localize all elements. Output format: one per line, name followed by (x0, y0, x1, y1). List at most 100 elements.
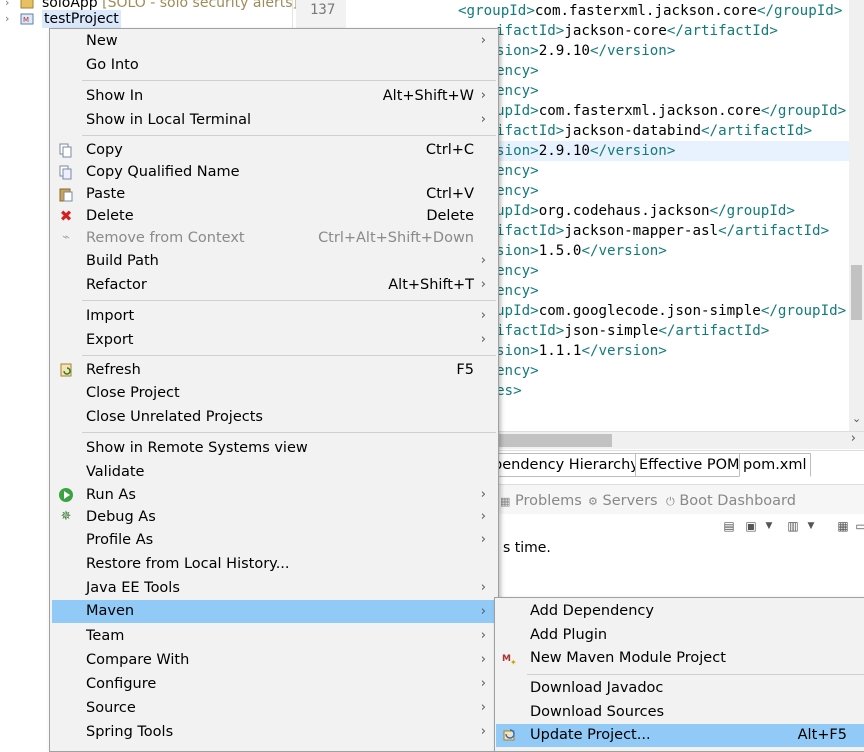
submenu-arrow-icon: › (480, 88, 486, 103)
xml-tag: ifactId> (496, 323, 565, 339)
menu-item-java-ee-tools[interactable]: Java EE Tools › (52, 577, 496, 599)
submenu-arrow-icon: › (480, 532, 486, 547)
refresh-icon (58, 362, 74, 378)
menu-item-download-sources[interactable]: Download Sources (496, 701, 864, 724)
tab-problems[interactable]: ▦ Problems (500, 491, 582, 511)
menu-item-download-javadoc[interactable]: Download Javadoc (496, 677, 864, 700)
xml-tag: sion> (496, 143, 539, 159)
menu-item-compare-with[interactable]: Compare With › (52, 649, 496, 671)
code-line[interactable]: ency> (496, 161, 539, 181)
code-line[interactable]: ency> (496, 361, 539, 381)
menu-item-add-plugin[interactable]: Add Plugin (496, 624, 864, 647)
chevron-down-icon[interactable]: ▼ (762, 519, 776, 533)
code-line[interactable]: sion>1.5.0</version> (496, 241, 667, 261)
menu-item-copy[interactable]: Copy Ctrl+C (52, 139, 496, 161)
menu-item-validate[interactable]: Validate (52, 461, 496, 483)
expand-arrow-icon[interactable]: › (5, 10, 15, 28)
minimize-icon[interactable]: ▭ (854, 519, 864, 533)
code-line[interactable]: ency> (496, 261, 539, 281)
code-line[interactable]: ifactId>jackson-mapper-asl</artifactId> (496, 221, 829, 241)
menu-item-debug-as[interactable]: ✵ Debug As › (52, 506, 496, 528)
menu-item-show-in[interactable]: Show In Alt+Shift+W › (52, 85, 496, 107)
code-line[interactable]: sion>2.9.10</version> (496, 41, 675, 61)
menu-item-show-in-local-terminal[interactable]: Show in Local Terminal › (52, 109, 496, 131)
code-line[interactable]: ency> (496, 181, 539, 201)
code-line[interactable]: ency> (496, 81, 539, 101)
xml-tag: </artifactId> (658, 323, 770, 339)
menu-item-update-project[interactable]: Update Project... Alt+F5 (496, 724, 864, 747)
xml-text: jackson-databind (564, 123, 702, 139)
menu-item-source[interactable]: Source › (52, 697, 496, 719)
code-line[interactable]: ifactId>json-simple</artifactId> (496, 321, 769, 341)
code-line[interactable]: ency> (496, 61, 539, 81)
xml-text: com.googlecode.json-simple (538, 303, 761, 319)
xml-tag: ency> (496, 183, 539, 199)
menu-item-delete[interactable]: ✖ Delete Delete (52, 205, 496, 227)
menu-item-build-path[interactable]: Build Path › (52, 250, 496, 272)
tab-pom-xml[interactable]: pom.xml (739, 453, 811, 477)
menu-item-copy-qualified-name[interactable]: Copy Qualified Name (52, 161, 496, 183)
menu-item-refresh[interactable]: Refresh F5 (52, 359, 496, 381)
submenu-arrow-icon: › (480, 308, 486, 323)
servers-icon: ⚙ (588, 495, 598, 508)
code-line[interactable]: ency> (496, 281, 539, 301)
open-console-icon[interactable]: ▥ (786, 519, 800, 533)
scroll-thumb[interactable] (496, 434, 612, 447)
code-line[interactable]: sion>2.9.10</version> (496, 141, 675, 161)
menu-item-profile-as[interactable]: Profile As › (52, 529, 496, 551)
menu-item-refactor[interactable]: Refactor Alt+Shift+T › (52, 274, 496, 296)
xml-tag: ency> (496, 263, 539, 279)
update-project-icon (502, 727, 518, 743)
chevron-down-icon[interactable]: ▼ (804, 519, 818, 533)
editor-horizontal-scrollbar[interactable]: › (496, 431, 864, 449)
code-line[interactable]: ifactId>jackson-databind</artifactId> (496, 121, 812, 141)
view-menu-icon[interactable]: ▦ (836, 519, 850, 533)
code-line[interactable]: <groupId>com.fasterxml.jackson.core</gro… (458, 1, 842, 21)
scroll-down-icon[interactable]: ⌄ (852, 412, 861, 425)
xml-text: json-simple (564, 323, 659, 339)
code-line[interactable]: es> (496, 381, 522, 401)
pom-editor-tabs: pendency Hierarchy Effective POM pom.xml (490, 450, 864, 479)
menu-item-maven[interactable]: Maven › (52, 600, 496, 623)
submenu-arrow-icon: › (480, 652, 486, 667)
code-line[interactable]: upId>org.codehaus.jackson</groupId> (496, 201, 795, 221)
menu-item-show-in-remote-systems[interactable]: Show in Remote Systems view (52, 437, 496, 459)
tab-dependency-hierarchy[interactable]: pendency Hierarchy (490, 453, 643, 477)
menu-item-new[interactable]: New › (52, 30, 496, 52)
scroll-thumb[interactable] (851, 265, 862, 320)
menu-item-paste[interactable]: Paste Ctrl+V (52, 183, 496, 205)
pin-icon[interactable]: ▤ (722, 519, 736, 533)
xml-tag: </artifactId> (701, 123, 813, 139)
menu-item-new-maven-module[interactable]: M ✦ New Maven Module Project (496, 647, 864, 670)
menu-item-import[interactable]: Import › (52, 305, 496, 327)
xml-tag: </version> (589, 143, 676, 159)
menu-item-run-as[interactable]: Run As › (52, 484, 496, 506)
menu-item-remove-from-context[interactable]: ⌁ Remove from Context Ctrl+Alt+Shift+Dow… (52, 227, 496, 249)
svg-text:M: M (23, 16, 29, 24)
xml-tag: </groupId> (709, 203, 795, 219)
display-console-icon[interactable]: ▣ (744, 519, 758, 533)
menu-item-add-dependency[interactable]: Add Dependency (496, 600, 864, 623)
scroll-right-icon[interactable]: › (851, 431, 856, 446)
submenu-arrow-icon: › (480, 112, 486, 127)
tab-servers[interactable]: ⚙ Servers (588, 491, 658, 511)
menu-item-team[interactable]: Team › (52, 625, 496, 647)
menu-item-restore-local-history[interactable]: Restore from Local History... (52, 553, 496, 575)
code-line[interactable]: sion>1.1.1</version> (496, 341, 667, 361)
tree-item-testproject[interactable]: › M testProject (0, 10, 292, 28)
tab-boot-dashboard[interactable]: ⏻ Boot Dashboard (666, 491, 796, 511)
menu-item-close-project[interactable]: Close Project (52, 382, 496, 404)
menu-item-configure[interactable]: Configure › (52, 673, 496, 695)
editor-vertical-scrollbar[interactable]: ⌄ (849, 0, 864, 432)
menu-item-close-unrelated-projects[interactable]: Close Unrelated Projects (52, 406, 496, 428)
menu-item-export[interactable]: Export › (52, 329, 496, 351)
code-line[interactable]: upId>com.googlecode.json-simple</groupId… (496, 301, 846, 321)
project-folder-icon (20, 0, 36, 10)
tab-effective-pom[interactable]: Effective POM (635, 453, 744, 477)
xml-tag: ifactId> (496, 23, 565, 39)
maven-submenu: Add Dependency Add Plugin M ✦ New Maven M… (494, 597, 864, 752)
code-line[interactable]: ifactId>jackson-core</artifactId> (496, 21, 778, 41)
menu-item-spring-tools[interactable]: Spring Tools › (52, 721, 496, 743)
menu-item-go-into[interactable]: Go Into (52, 54, 496, 76)
code-line[interactable]: upId>com.fasterxml.jackson.core</groupId… (496, 101, 846, 121)
